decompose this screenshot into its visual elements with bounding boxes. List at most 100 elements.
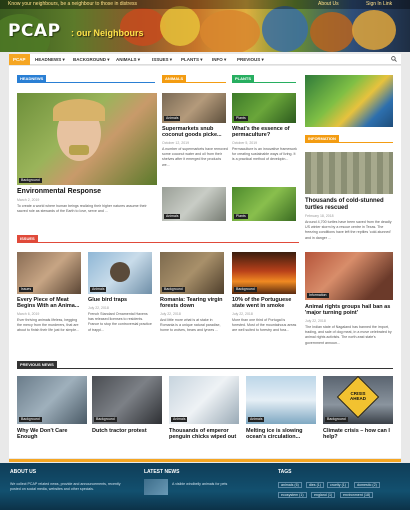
nav-item-info[interactable]: INFO ▾ [212,54,226,65]
footer-latest-title: LATEST NEWS [144,469,180,475]
section-label-information[interactable]: INFORMATION [305,135,339,142]
footer-latest-item[interactable]: A visible windbelly animals for pets [172,482,262,487]
headnews-main-excerpt: To create a world where human beings rea… [17,204,147,214]
previous-title-5[interactable]: Climate crisis – how can I help? [323,428,395,441]
headnews-main-title[interactable]: Environmental Response [17,188,157,196]
nav-item-previous[interactable]: PREVIOUS ▾ [237,54,264,65]
issues-side-excerpt: The Indian state of Nagaland has banned … [305,325,392,345]
header-bird-art [262,6,308,52]
category-badge[interactable]: Information [307,293,329,298]
previous-image-2[interactable]: Background [92,376,162,424]
issues-date-3: July 22, 2018 [160,312,181,316]
previous-image-4[interactable]: Animals [246,376,316,424]
tag-link[interactable]: domestic (2) [354,482,380,488]
category-badge[interactable]: Background [94,417,117,422]
plants-main-image[interactable]: Plants [232,93,296,123]
nav-item-home[interactable]: PCAP [9,54,30,65]
previous-title-3[interactable]: Thousands of emperor penguin chicks wipe… [169,428,241,441]
category-badge[interactable]: Background [325,417,348,422]
issues-excerpt-3: And little more what is at stake in Roma… [160,318,221,333]
tag-link[interactable]: environment (18) [340,492,374,498]
site-footer: ABOUT US We collect PCAP related news, p… [0,463,410,510]
footer-accent-strip [9,459,401,462]
animals-main-date: October 12, 2019 [162,141,190,145]
section-divider [17,82,155,83]
previous-title-4[interactable]: Melting ice is slowing ocean's circulati… [246,428,318,441]
issues-image-1[interactable]: Issues [17,252,81,294]
nav-item-headnews[interactable]: HEADNEWS ▾ [35,54,65,65]
tag-link[interactable]: england (1) [311,492,336,498]
plants-main-date: October 5, 2019 [232,141,258,145]
category-badge[interactable]: Issues [19,287,34,292]
plants-thumb-image[interactable]: Plants [232,187,296,221]
issues-date-1: March 6, 2019 [17,312,40,316]
search-icon[interactable] [391,56,397,62]
category-badge[interactable]: Background [162,287,185,292]
issues-image-2[interactable]: Animals [88,252,152,294]
previous-image-1[interactable]: Background [17,376,87,424]
category-badge[interactable]: Background [19,178,42,183]
section-divider [305,142,393,143]
nav-item-issues[interactable]: ISSUES ▾ [152,54,172,65]
issues-side-image[interactable]: Information [305,252,393,300]
issues-image-3[interactable]: Background [160,252,224,294]
footer-latest-thumb[interactable] [144,479,168,495]
section-label-headnews[interactable]: HEADNEWS [17,75,47,82]
issues-side-title[interactable]: Animal rights groups hail ban as 'major … [305,304,395,317]
category-badge[interactable]: Background [19,417,42,422]
tag-link[interactable]: ecosystem (1) [278,492,307,498]
issues-title-3[interactable]: Romania: Tearing virgin forests down [160,297,226,310]
animals-main-image[interactable]: Animals [162,93,226,123]
headnews-main-image[interactable]: Background [17,93,157,185]
section-label-plants[interactable]: PLANTS [232,75,254,82]
issues-title-4[interactable]: 10% of the Portuguese state went in smok… [232,297,298,310]
main-nav: PCAP HEADNEWS ▾ BACKGROUND ▾ ANIMALS ▾ I… [9,54,401,65]
previous-image-3[interactable]: Animals [169,376,239,424]
category-badge[interactable]: Background [234,287,257,292]
tag-link[interactable]: cruelty (1) [327,482,349,488]
topbar-motto: Know your neighbours, be a neighbour to … [8,1,137,7]
animals-thumb-image[interactable]: Animals [162,187,226,221]
animals-main-excerpt: A number of supermarkets have removed so… [162,147,228,167]
section-label-animals[interactable]: ANIMALS [162,75,187,82]
headnews-main-date: March 2, 2019 [17,198,40,202]
issues-image-4[interactable]: Background [232,252,296,294]
previous-image-5[interactable]: CRISIS AHEAD Background [323,376,393,424]
category-badge[interactable]: Plants [234,116,248,121]
category-badge[interactable]: Animals [248,417,265,422]
issues-title-1[interactable]: Every Piece of Meat Begins With an Anima… [17,297,83,310]
site-tagline: : our Neighbours [71,28,144,38]
plants-main-excerpt: Permaculture is an innovative framework … [232,147,297,162]
about-us-link[interactable]: About Us [318,1,339,7]
category-badge[interactable]: Plants [234,214,248,219]
issues-title-2[interactable]: Glue bird traps [88,297,154,303]
previous-title-1[interactable]: Why We Don't Care Enough [17,428,89,441]
nav-item-background[interactable]: BACKGROUND ▾ [73,54,110,65]
information-date: February 18, 2018 [305,214,334,218]
sign-in-link[interactable]: Sign In Link [366,1,392,7]
top-bar: Know your neighbours, be a neighbour to … [0,0,410,9]
tag-link[interactable]: animals (6) [278,482,302,488]
category-badge[interactable]: Animals [164,214,181,219]
portrait-hair [53,99,105,121]
information-title[interactable]: Thousands of cold-stunned turtles rescue… [305,198,395,212]
previous-title-2[interactable]: Dutch tractor protest [92,428,164,434]
issues-excerpt-2: French Standard Ornamental Havens has re… [88,312,152,332]
issues-excerpt-1: Ever thriving animals lifeless, begging … [17,318,80,333]
information-excerpt: Around 4,700 turtles have been saved fro… [305,220,392,240]
category-badge[interactable]: Animals [164,116,181,121]
footer-about-title: ABOUT US [10,469,37,475]
site-logo[interactable]: PCAP [8,21,61,41]
nav-item-animals[interactable]: ANIMALS ▾ [116,54,140,65]
animals-main-title[interactable]: Supermarkets snub coconut goods picke... [162,126,228,139]
section-label-issues[interactable]: ISSUES [17,235,38,242]
section-divider [232,82,296,83]
category-badge[interactable]: Animals [90,287,107,292]
nav-item-plants[interactable]: PLANTS ▾ [181,54,203,65]
tag-link[interactable]: dies (1) [306,482,324,488]
information-image[interactable] [305,152,393,194]
sidebar-nature-collage[interactable] [305,75,393,127]
plants-main-title[interactable]: What's the essence of permaculture? [232,126,298,139]
category-badge[interactable]: Animals [171,417,188,422]
section-label-previous-news[interactable]: PREVIOUS NEWS [17,361,57,368]
